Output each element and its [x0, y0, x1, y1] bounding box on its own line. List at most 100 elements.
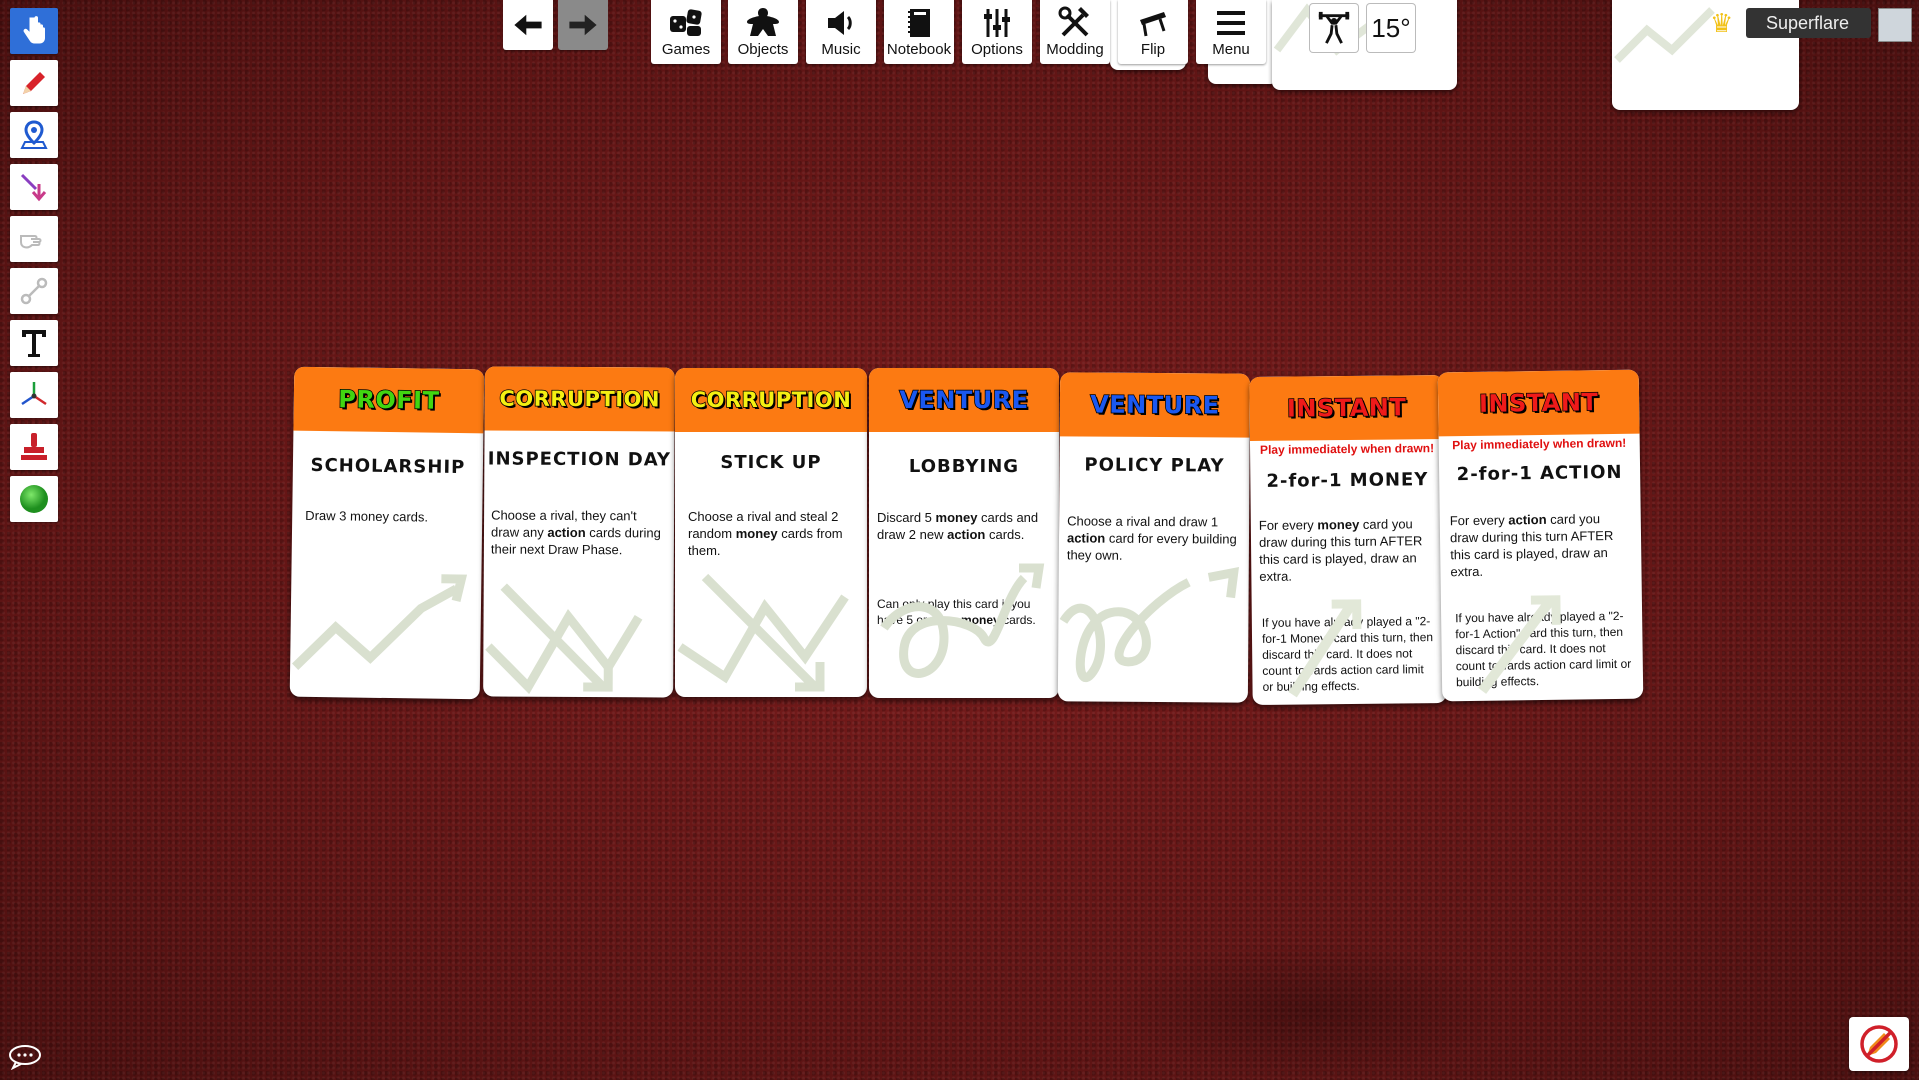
stamp-icon — [21, 433, 47, 460]
arrow-right-icon — [569, 14, 597, 36]
rotation-snap-button[interactable]: 15° — [1367, 4, 1415, 52]
card-title: 2-for-1 MONEY — [1266, 469, 1429, 492]
card-subtitle: Play immediately when drawn! — [1259, 441, 1435, 457]
zigzag-arrow-icon — [291, 574, 468, 670]
green-ball-icon — [20, 485, 48, 513]
notebook-button[interactable]: Notebook — [884, 0, 954, 64]
hammer-wrench-icon — [1058, 6, 1089, 37]
loop-arrow-icon — [1059, 566, 1240, 683]
no-pencil-icon — [1860, 1025, 1898, 1063]
card-category: INSTANT — [1286, 393, 1407, 424]
music-button[interactable]: Music — [806, 0, 876, 64]
draw-tool[interactable] — [10, 60, 58, 106]
card-category: CORRUPTION — [499, 386, 661, 412]
up-arrow-icon — [1288, 599, 1362, 698]
modding-button[interactable]: Modding — [1040, 0, 1110, 64]
card-title: POLICY PLAY — [1084, 454, 1225, 477]
options-label: Options — [971, 41, 1023, 58]
text-tool[interactable] — [10, 320, 58, 366]
weightlifter-icon — [1318, 11, 1350, 44]
card-category: VENTURE — [899, 385, 1029, 415]
sliders-icon — [984, 9, 1010, 37]
card-header: VENTURE — [869, 368, 1059, 432]
desc-keyword: action — [1508, 511, 1547, 528]
objects-label: Objects — [737, 41, 789, 58]
player-avatar[interactable] — [1878, 8, 1912, 42]
card-title: STICK UP — [720, 452, 822, 473]
line-tool[interactable] — [10, 164, 58, 210]
card-header: PROFIT — [293, 366, 485, 434]
card-header: CORRUPTION — [484, 366, 675, 432]
redo-button[interactable] — [558, 0, 608, 50]
card-header: INSTANT — [1249, 374, 1444, 442]
card-title: 2-for-1 ACTION — [1456, 461, 1623, 486]
crown-icon: ♛ — [1710, 8, 1734, 38]
card-stick-up[interactable]: CORRUPTION STICK UP Choose a rival and s… — [675, 368, 867, 697]
card-description: Choose a rival and steal 2 random money … — [688, 508, 857, 559]
card-category: INSTANT — [1478, 387, 1599, 418]
card-title: SCHOLARSHIP — [310, 454, 466, 479]
axis-gizmo-icon — [21, 382, 47, 406]
card-description: Discard 5 money cards and draw 2 new act… — [877, 509, 1049, 543]
color-ball-tool[interactable] — [10, 476, 58, 522]
loop-arrow-icon — [880, 563, 1045, 678]
card-category: CORRUPTION — [690, 387, 852, 413]
flick-hand-icon — [20, 235, 42, 249]
games-button[interactable]: Games — [651, 0, 721, 64]
ruler-pin-tool[interactable] — [10, 112, 58, 158]
card-2-for-1-action[interactable]: INSTANT Play immediately when drawn! 2-f… — [1437, 369, 1644, 702]
card-description: Draw 3 money cards. — [305, 507, 429, 525]
hand-pointer-icon — [23, 16, 45, 44]
card-header: VENTURE — [1059, 372, 1251, 438]
stacked-card[interactable] — [1272, 0, 1457, 90]
card-scholarship[interactable]: PROFIT SCHOLARSHIP Draw 3 money cards. — [289, 366, 485, 700]
joint-tool[interactable] — [10, 268, 58, 314]
menu-label: Menu — [1212, 41, 1250, 58]
undo-button[interactable] — [503, 0, 553, 50]
desc-keyword: money — [735, 526, 778, 541]
card-description: Choose a rival, they can't draw any acti… — [491, 507, 664, 559]
up-arrow-icon — [1478, 595, 1561, 694]
no-edit-toggle[interactable] — [1849, 1017, 1909, 1071]
options-button[interactable]: Options — [962, 0, 1032, 64]
snap-tool[interactable] — [10, 424, 58, 470]
grab-tool[interactable] — [10, 8, 58, 54]
card-category: PROFIT — [337, 385, 440, 416]
card-header: CORRUPTION — [675, 368, 867, 432]
modding-label: Modding — [1046, 41, 1104, 58]
card-lobbying[interactable]: VENTURE LOBBYING Discard 5 money cards a… — [869, 368, 1059, 698]
player-name[interactable]: Superflare — [1746, 8, 1871, 38]
desc-text: cards. — [985, 527, 1025, 542]
text-t-icon — [22, 330, 46, 357]
desc-text: For every — [1258, 517, 1318, 533]
card-title: LOBBYING — [908, 456, 1020, 477]
menu-button[interactable]: Menu — [1196, 0, 1266, 64]
music-label: Music — [821, 41, 861, 58]
zigzag-down-arrow-icon — [485, 583, 643, 695]
desc-text: For every — [1449, 512, 1509, 529]
games-label: Games — [661, 41, 711, 58]
card-policy-play[interactable]: VENTURE POLICY PLAY Choose a rival and d… — [1057, 372, 1251, 703]
desc-keyword: action — [947, 527, 986, 542]
card-art-arrow-icon — [1273, 3, 1380, 56]
objects-button[interactable]: Objects — [728, 0, 798, 64]
card-description: Choose a rival and draw 1 action card fo… — [1067, 512, 1239, 564]
card-subtitle: Play immediately when drawn! — [1452, 435, 1627, 453]
table-shadow — [1110, 940, 1510, 1080]
flip-button[interactable]: Flip — [1118, 0, 1188, 64]
chain-link-icon — [20, 277, 48, 305]
desc-text: Choose a rival and draw 1 — [1067, 513, 1219, 530]
notebook-icon — [908, 9, 930, 37]
card-header: INSTANT — [1437, 369, 1640, 437]
speaker-icon — [828, 11, 852, 35]
arrow-left-icon — [514, 14, 542, 36]
gizmo-tool[interactable] — [10, 372, 58, 418]
physics-button[interactable] — [1310, 4, 1358, 52]
card-inspection-day[interactable]: CORRUPTION INSPECTION DAY Choose a rival… — [483, 366, 675, 698]
desc-keyword: action — [547, 524, 586, 541]
card-2-for-1-money[interactable]: INSTANT Play immediately when drawn! 2-f… — [1249, 374, 1447, 706]
chat-bubble-icon[interactable] — [8, 1044, 42, 1070]
flick-tool[interactable] — [10, 216, 58, 262]
desc-text: Discard 5 — [877, 510, 936, 525]
desc-keyword: money — [935, 510, 978, 525]
